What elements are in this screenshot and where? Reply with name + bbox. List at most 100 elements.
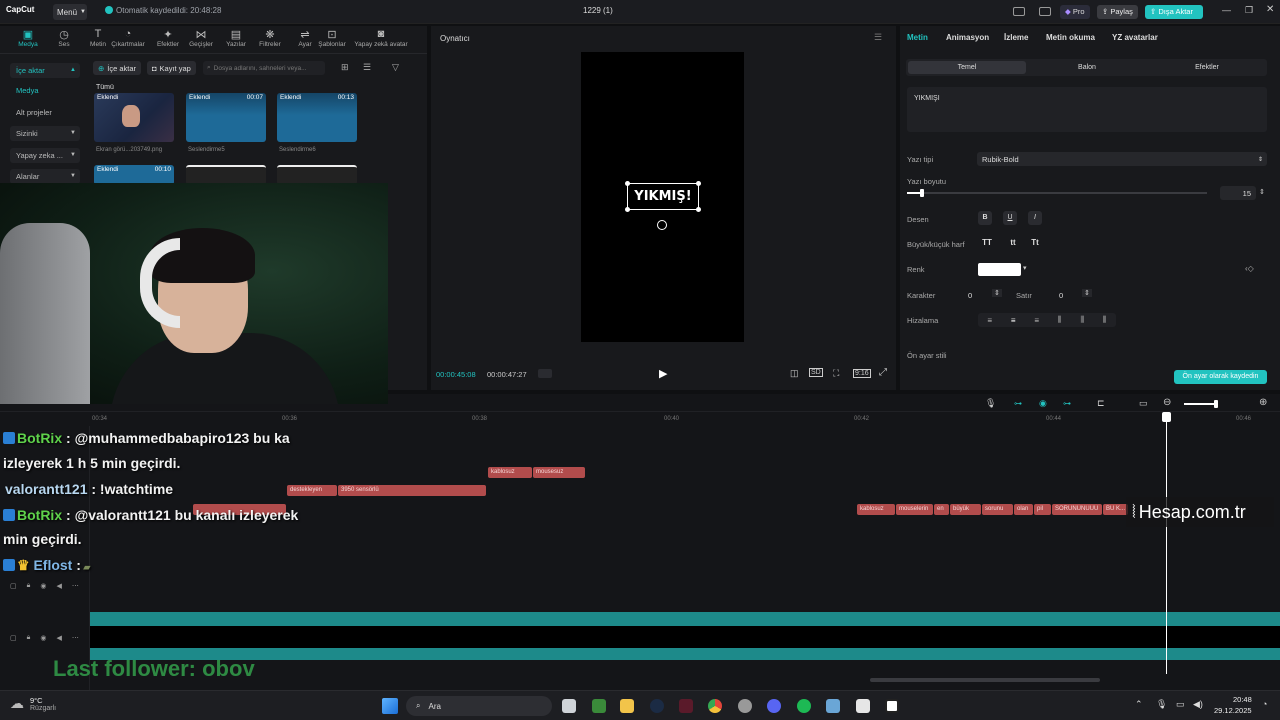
main-video-track[interactable] — [90, 612, 1280, 660]
more-icon[interactable]: ⋯ — [72, 634, 79, 642]
playhead-handle[interactable] — [1162, 412, 1171, 422]
zoom-in-icon[interactable]: ⊕ — [1259, 397, 1267, 408]
text-clip[interactable]: olan — [1014, 504, 1033, 515]
weather-widget[interactable]: ☁ 9°C Rüzgarlı — [10, 695, 56, 712]
text-clip[interactable]: sorunu — [982, 504, 1013, 515]
align-top-icon[interactable]: ⫼ — [1058, 315, 1062, 325]
prop-tab-4[interactable]: YZ avatarlar — [1112, 33, 1158, 42]
shortcut-icon[interactable] — [1039, 7, 1051, 16]
track-icon[interactable]: ▢ — [10, 582, 17, 590]
eye-icon[interactable]: ◉ — [40, 634, 46, 642]
tab-ai-avatar[interactable]: ◙ Yapay zekâ avatar — [348, 28, 414, 48]
network-icon[interactable]: ▭ — [1176, 699, 1185, 710]
magnet-icon[interactable]: ◉ — [1039, 398, 1047, 409]
folder-icon[interactable] — [620, 699, 634, 713]
clock-time[interactable]: 20:48 — [1233, 695, 1252, 704]
stepper-icon[interactable]: ⇕ — [1082, 289, 1092, 297]
text-clip[interactable]: destekleyen — [287, 485, 337, 496]
volume-icon[interactable]: ◀︎) — [1193, 699, 1203, 710]
discord-icon[interactable] — [767, 699, 781, 713]
tab-templates[interactable]: ⊡ Şablonlar — [312, 28, 352, 48]
align-left-icon[interactable]: ≡ — [987, 316, 992, 325]
link-icon[interactable]: ⊶ — [1063, 399, 1071, 408]
playhead[interactable] — [1162, 412, 1171, 674]
import-button[interactable]: ⊕ İçe aktar — [93, 61, 142, 75]
clock-date[interactable]: 29.12.2025 — [1214, 706, 1252, 715]
menu-button[interactable]: Menü ▼ — [53, 4, 87, 20]
size-slider[interactable] — [907, 189, 1207, 197]
sort-icon[interactable]: ☰ — [363, 62, 371, 73]
task-view-icon[interactable] — [562, 699, 576, 713]
mic-icon[interactable]: 🎙 — [985, 398, 996, 409]
align-middle-icon[interactable]: ⫼ — [1080, 315, 1084, 325]
rotate-icon[interactable] — [657, 220, 667, 230]
chrome-icon[interactable] — [708, 699, 722, 713]
text-clip[interactable]: kablosuz — [488, 467, 532, 478]
resize-handle[interactable] — [696, 181, 701, 186]
text-clip[interactable]: SORUNUNUUU — [1052, 504, 1102, 515]
char-spacing-value[interactable]: 0 — [968, 291, 972, 300]
more-icon[interactable]: ⋯ — [72, 582, 79, 590]
text-clip[interactable]: pil — [1034, 504, 1051, 515]
fit-icon[interactable]: ⛶ — [833, 368, 839, 379]
eye-icon[interactable]: ◉ — [40, 582, 46, 590]
media-clip-image[interactable]: Eklendi — [94, 93, 174, 142]
keyframe-icon[interactable]: ‹◇ — [1245, 264, 1254, 273]
uppercase-button[interactable]: TT — [980, 236, 994, 250]
start-icon[interactable] — [382, 698, 398, 714]
preview-axis-icon[interactable]: ⊏ — [1097, 398, 1105, 409]
maximize-icon[interactable]: ❐ — [1245, 5, 1253, 16]
spotify-icon[interactable] — [797, 699, 811, 713]
resize-handle[interactable] — [625, 207, 630, 212]
menu-icon[interactable]: ☰ — [874, 32, 882, 43]
font-select[interactable]: Rubik-Bold ⇕ — [977, 152, 1267, 166]
text-clip[interactable]: kablosuz — [857, 504, 895, 515]
prop-tab-1[interactable]: Animasyon — [946, 33, 989, 42]
tab-media[interactable]: ▣ Medya — [8, 28, 48, 48]
subtab-2[interactable]: Efektler — [1148, 61, 1266, 74]
lock-icon[interactable]: 🔒︎ — [27, 582, 31, 590]
align-center-icon[interactable]: ≡ — [1011, 316, 1016, 325]
align-right-icon[interactable]: ≡ — [1034, 316, 1039, 325]
ratio-button[interactable]: 9:16 — [853, 369, 871, 378]
notification-icon[interactable]: ◔ — [1262, 699, 1267, 709]
minimize-icon[interactable]: — — [1222, 5, 1231, 15]
text-clip[interactable]: 3950 sensörlü — [338, 485, 486, 496]
zoom-slider[interactable] — [1184, 400, 1218, 408]
minecraft-icon[interactable] — [592, 699, 606, 713]
play-icon[interactable]: ▶ — [659, 367, 667, 380]
lowercase-button[interactable]: tt — [1006, 236, 1020, 250]
chevron-down-icon[interactable]: ▾ — [1023, 264, 1027, 272]
sidebar-item-subprojects[interactable]: Alt projeler — [10, 105, 80, 120]
app-icon[interactable] — [679, 699, 693, 713]
zoom-out-icon[interactable]: ⊖ — [1163, 397, 1171, 408]
sidebar-item-ai[interactable]: Yapay zeka ... ▼ — [10, 148, 80, 163]
prop-tab-3[interactable]: Metin okuma — [1046, 33, 1095, 42]
stepper-icon[interactable]: ⇕ — [1259, 188, 1265, 196]
media-clip[interactable] — [277, 165, 357, 185]
color-swatch[interactable] — [978, 263, 1021, 276]
subtab-1[interactable]: Balon — [1028, 61, 1146, 74]
resize-handle[interactable] — [625, 181, 630, 186]
link-icon[interactable]: ⊶ — [1014, 399, 1022, 408]
chevron-up-icon[interactable]: ⌃ — [1135, 699, 1143, 710]
line-spacing-value[interactable]: 0 — [1059, 291, 1063, 300]
text-overlay-box[interactable]: YIKMIŞ! — [625, 181, 701, 212]
sidebar-item-yours[interactable]: Sizinki ▼ — [10, 126, 80, 141]
lock-icon[interactable]: 🔒︎ — [27, 634, 31, 642]
sidebar-item-import[interactable]: İçe aktar ▲ — [10, 63, 80, 78]
fullscreen-icon[interactable]: ⤢ — [879, 367, 887, 378]
align-bottom-icon[interactable]: ⫼ — [1103, 315, 1107, 325]
stepper-icon[interactable]: ⇕ — [992, 289, 1002, 297]
capcut-icon[interactable] — [885, 699, 899, 713]
quality-icon[interactable]: SD — [809, 368, 823, 377]
caption-icon[interactable]: ▭ — [1139, 398, 1148, 409]
media-clip-audio[interactable]: Eklendi 00:07 — [186, 93, 266, 142]
underline-button[interactable]: U — [1003, 211, 1017, 225]
app-icon[interactable] — [856, 699, 870, 713]
zoom-slider-thumb[interactable] — [1214, 400, 1218, 408]
bold-button[interactable]: B — [978, 211, 992, 225]
text-clip[interactable]: mousesuz — [533, 467, 585, 478]
search-input[interactable]: ⌕ Dosya adlarını, sahneleri veya... — [203, 61, 325, 75]
crop-icon[interactable]: ◫ — [790, 368, 799, 379]
